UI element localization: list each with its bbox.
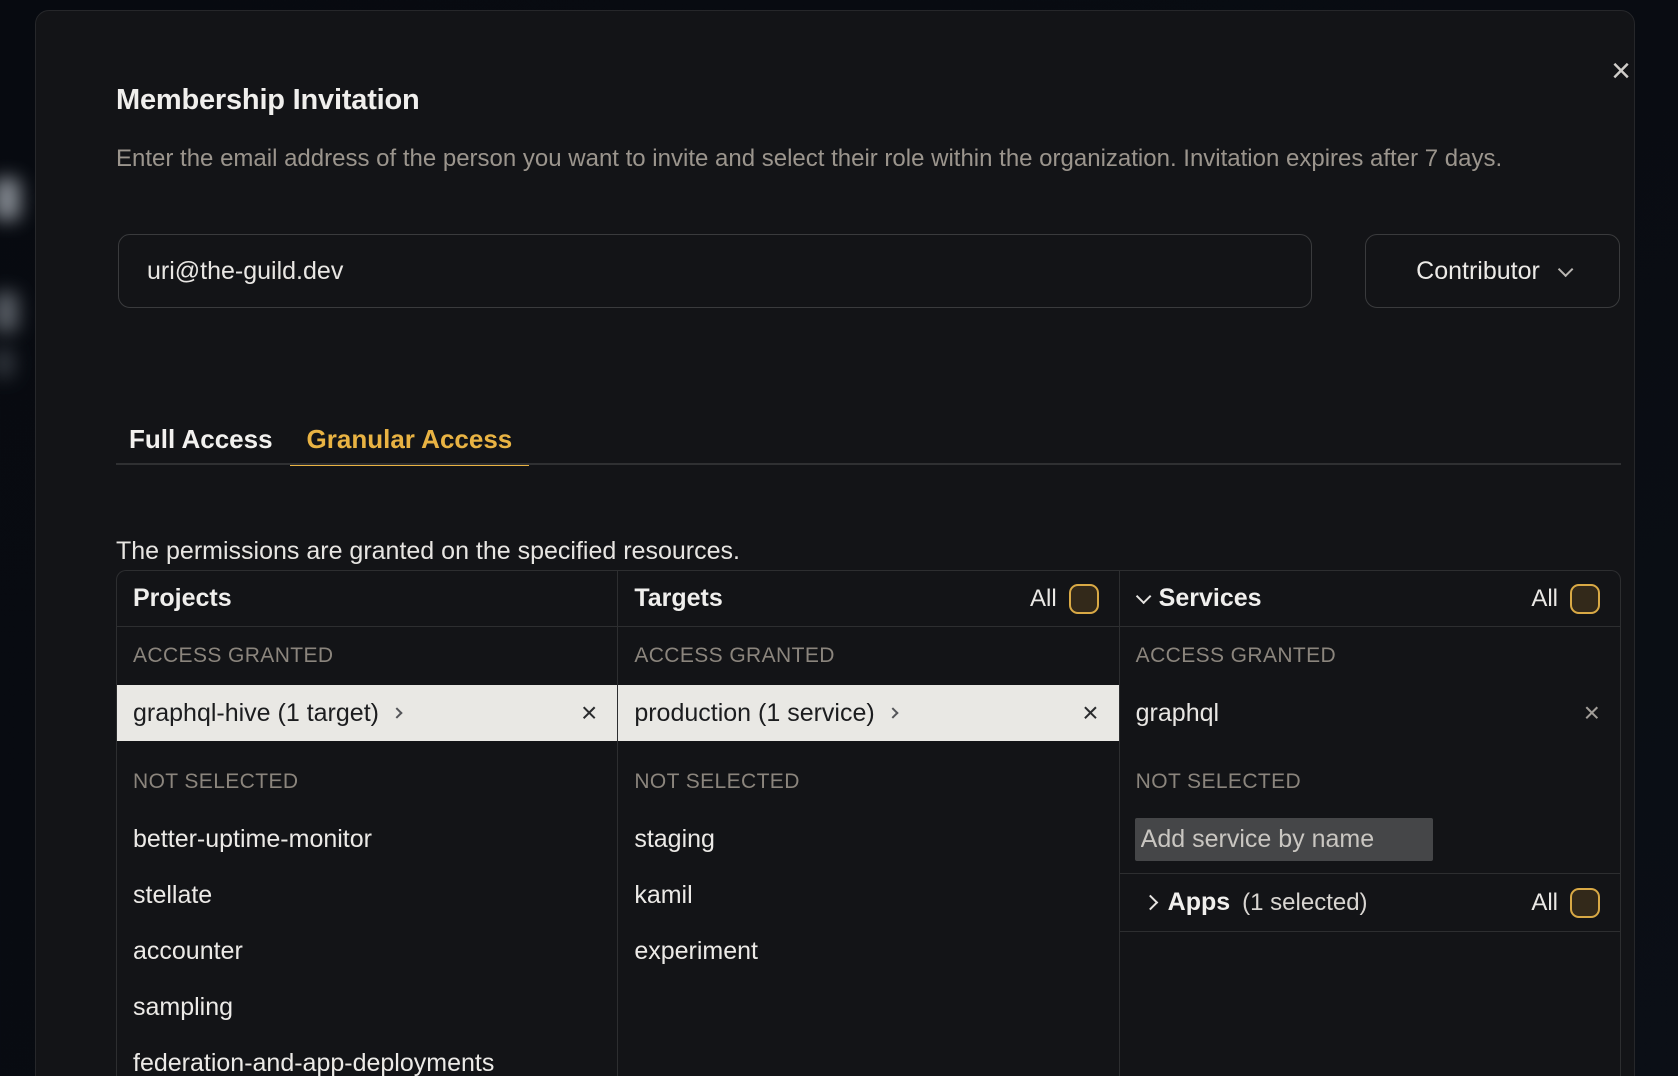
services-all-label: All bbox=[1531, 585, 1558, 613]
project-list-item[interactable]: federation-and-app-deployments bbox=[117, 1035, 617, 1076]
selected-target-row[interactable]: production (1 service) × bbox=[618, 685, 1118, 741]
chevron-right-icon bbox=[1142, 895, 1158, 911]
projects-not-selected-label: NOT SELECTED bbox=[117, 741, 617, 811]
background-blur-blob bbox=[0, 178, 20, 220]
chevron-down-icon bbox=[1558, 261, 1574, 277]
services-column: Services All ACCESS GRANTED graphql × NO… bbox=[1120, 571, 1620, 1076]
projects-header-label: Projects bbox=[133, 584, 232, 613]
projects-column: Projects ACCESS GRANTED graphql-hive (1 … bbox=[117, 571, 618, 1076]
targets-all-checkbox[interactable] bbox=[1069, 584, 1099, 614]
projects-access-granted-label: ACCESS GRANTED bbox=[117, 627, 617, 685]
apps-all-label: All bbox=[1531, 889, 1558, 917]
role-select[interactable]: Contributor bbox=[1365, 234, 1620, 308]
services-section: ACCESS GRANTED graphql × NOT SELECTED bbox=[1120, 627, 1620, 874]
target-list-item[interactable]: experiment bbox=[618, 923, 1118, 979]
selected-service-label: graphql bbox=[1136, 699, 1219, 728]
role-select-value: Contributor bbox=[1416, 257, 1540, 286]
tab-granular-access[interactable]: Granular Access bbox=[290, 415, 530, 466]
services-header[interactable]: Services All bbox=[1120, 571, 1620, 627]
tab-full-access[interactable]: Full Access bbox=[112, 415, 290, 466]
project-list-item[interactable]: stellate bbox=[117, 867, 617, 923]
targets-all-label: All bbox=[1030, 585, 1057, 613]
targets-list: staging kamil experiment bbox=[618, 811, 1118, 979]
project-list-item[interactable]: accounter bbox=[117, 923, 617, 979]
permissions-note: The permissions are granted on the speci… bbox=[116, 537, 740, 566]
chevron-right-icon bbox=[887, 707, 898, 718]
selected-target-label: production (1 service) bbox=[634, 699, 874, 728]
background-blur-blob bbox=[0, 348, 14, 378]
chevron-right-icon bbox=[391, 707, 402, 718]
tabs-divider bbox=[116, 463, 1621, 465]
background-blur-blob bbox=[0, 292, 18, 332]
apps-label: Apps bbox=[1168, 888, 1231, 917]
dialog-description: Enter the email address of the person yo… bbox=[116, 140, 1628, 178]
projects-list: better-uptime-monitor stellate accounter… bbox=[117, 811, 617, 1076]
access-tabs: Full Access Granular Access bbox=[112, 415, 529, 466]
projects-header: Projects bbox=[117, 571, 617, 627]
targets-access-granted-label: ACCESS GRANTED bbox=[618, 627, 1118, 685]
remove-service-icon[interactable]: × bbox=[1584, 699, 1600, 727]
add-service-row bbox=[1120, 811, 1620, 867]
services-header-label: Services bbox=[1159, 584, 1262, 613]
services-not-selected-label: NOT SELECTED bbox=[1120, 741, 1620, 811]
remove-target-icon[interactable]: × bbox=[1082, 699, 1098, 727]
chevron-down-icon bbox=[1135, 589, 1151, 605]
selected-project-row[interactable]: graphql-hive (1 target) × bbox=[117, 685, 617, 741]
target-list-item[interactable]: kamil bbox=[618, 867, 1118, 923]
close-icon[interactable]: × bbox=[1599, 49, 1643, 93]
invite-email-input[interactable] bbox=[118, 234, 1312, 308]
targets-header: Targets All bbox=[618, 571, 1118, 627]
selected-project-label: graphql-hive (1 target) bbox=[133, 699, 379, 728]
project-list-item[interactable]: sampling bbox=[117, 979, 617, 1035]
apps-all-checkbox[interactable] bbox=[1570, 888, 1600, 918]
target-list-item[interactable]: staging bbox=[618, 811, 1118, 867]
remove-project-icon[interactable]: × bbox=[581, 699, 597, 727]
dialog-title: Membership Invitation bbox=[116, 84, 420, 117]
services-all-checkbox[interactable] bbox=[1570, 584, 1600, 614]
targets-header-label: Targets bbox=[634, 584, 722, 613]
selected-service-row[interactable]: graphql × bbox=[1120, 685, 1620, 741]
apps-row[interactable]: Apps (1 selected) All bbox=[1120, 874, 1620, 932]
add-service-input[interactable] bbox=[1135, 818, 1433, 861]
apps-selected-count: (1 selected) bbox=[1242, 889, 1367, 917]
membership-invitation-dialog: × Membership Invitation Enter the email … bbox=[35, 10, 1635, 1076]
targets-not-selected-label: NOT SELECTED bbox=[618, 741, 1118, 811]
project-list-item[interactable]: better-uptime-monitor bbox=[117, 811, 617, 867]
targets-column: Targets All ACCESS GRANTED production (1… bbox=[618, 571, 1119, 1076]
services-access-granted-label: ACCESS GRANTED bbox=[1120, 627, 1620, 685]
resource-selector-table: Projects ACCESS GRANTED graphql-hive (1 … bbox=[116, 570, 1621, 1076]
